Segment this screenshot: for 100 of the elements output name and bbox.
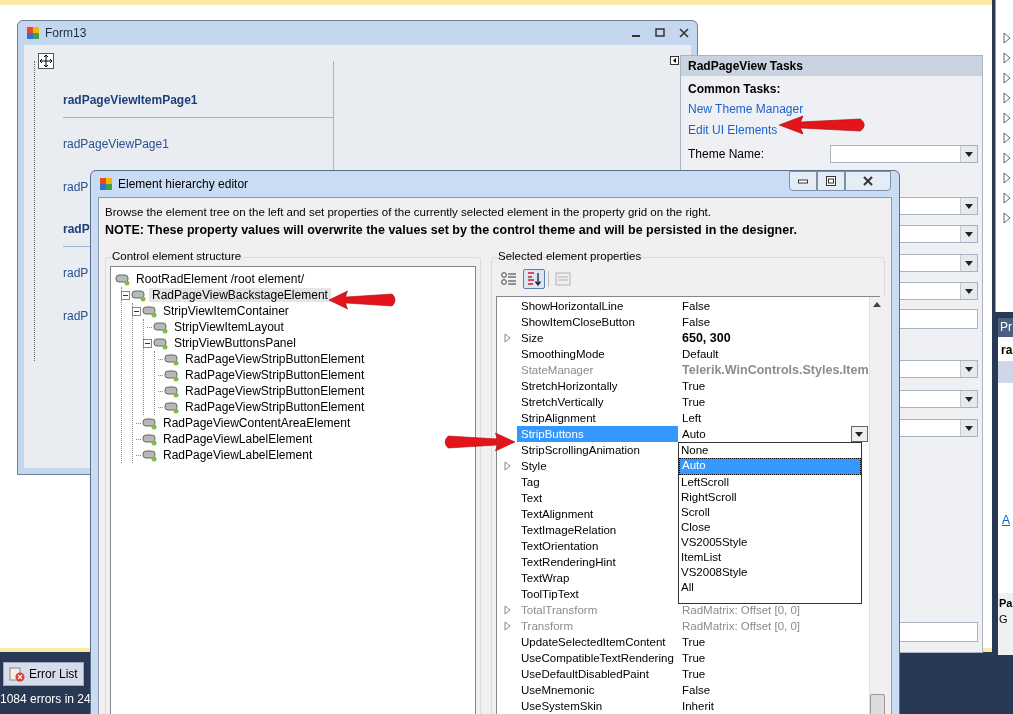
tree-item[interactable]: StripViewButtonsPanel — [171, 336, 299, 350]
property-name[interactable]: UseDefaultDisabledPaint — [517, 666, 678, 682]
dropdown-option[interactable]: RightScroll — [679, 490, 861, 505]
panel-title: Pr — [998, 318, 1013, 337]
scrollbar[interactable] — [868, 297, 885, 714]
expander-icon[interactable] — [1003, 32, 1011, 44]
note-text: NOTE: These property values will overwrite the values set by the control theme and will be persisted in the designer. — [105, 222, 798, 239]
expander-icon[interactable] — [1003, 132, 1011, 144]
tree-item[interactable]: StripViewItemLayout — [171, 320, 287, 334]
status-text: 1084 errors in 24 — [0, 692, 91, 706]
expand-icon[interactable] — [503, 461, 511, 471]
dropdown-option[interactable]: VS2005Style — [679, 535, 861, 550]
maximize-icon[interactable] — [655, 28, 665, 38]
property-name[interactable]: StripAlignment — [517, 410, 678, 426]
property-name[interactable]: TextAlignment — [517, 506, 678, 522]
property-value: Left — [682, 412, 702, 424]
property-name[interactable]: StretchHorizontally — [517, 378, 678, 394]
caret-icon — [965, 260, 973, 266]
tree-item[interactable]: RootRadElement /root element/ — [133, 272, 308, 286]
caret-icon — [965, 425, 973, 431]
property-name[interactable]: ShowHorizontalLine — [517, 298, 678, 314]
expander-icon[interactable] — [1003, 212, 1011, 224]
expander-icon[interactable] — [1003, 92, 1011, 104]
page-item[interactable]: radPageViewPage1 — [63, 136, 333, 151]
dropdown-field[interactable] — [830, 145, 978, 163]
field-label: Theme Name: — [688, 147, 766, 161]
property-name[interactable]: UseCompatibleTextRendering — [517, 650, 678, 666]
property-name[interactable]: Size — [517, 330, 678, 346]
dropdown-option[interactable]: None — [679, 443, 861, 458]
caret-icon — [855, 431, 863, 437]
property-value: True — [682, 380, 706, 392]
dropdown-button[interactable] — [850, 426, 868, 442]
form-icon — [26, 26, 40, 40]
element-icon — [142, 448, 158, 462]
tree-item[interactable]: RadPageViewStripButtonElement — [182, 352, 368, 366]
property-name[interactable]: SmoothingMode — [517, 346, 678, 362]
property-value: True — [682, 652, 706, 664]
collapse-icon[interactable] — [670, 56, 679, 65]
expander-icon[interactable] — [1003, 52, 1011, 64]
property-name[interactable]: StretchVertically — [517, 394, 678, 410]
caret-icon — [965, 396, 973, 402]
property-value: Inherit — [682, 700, 714, 712]
property-name[interactable]: Text — [517, 490, 678, 506]
property-value: 650, 300 — [682, 331, 731, 345]
close-icon[interactable] — [679, 28, 689, 38]
collapse-icon[interactable] — [121, 290, 130, 300]
tree-item[interactable]: RadPageViewBackstageElement — [149, 288, 331, 302]
dropdown-option[interactable]: ItemList — [679, 550, 861, 565]
caret-icon — [965, 151, 973, 157]
expander-icon[interactable] — [1003, 72, 1011, 84]
collapse-icon[interactable] — [143, 338, 152, 348]
section-title: Common Tasks: — [687, 81, 782, 98]
scroll-up-icon[interactable] — [873, 302, 881, 307]
element-icon — [142, 304, 158, 318]
property-name[interactable]: TextImageRelation — [517, 522, 678, 538]
dropdown-option[interactable]: Close — [679, 520, 861, 535]
expand-icon[interactable] — [503, 333, 511, 343]
property-name[interactable]: StripScrollingAnimation — [517, 442, 678, 458]
property-name[interactable]: Style — [517, 458, 678, 474]
move-icon[interactable] — [38, 53, 54, 69]
task-link[interactable]: Edit UI Elements — [681, 120, 982, 141]
property-value: False — [682, 300, 711, 312]
property-name[interactable]: UseSystemSkin — [517, 698, 678, 714]
dropdown-option[interactable]: All — [679, 580, 861, 595]
expander-icon[interactable] — [1003, 152, 1011, 164]
collapse-icon[interactable] — [132, 306, 141, 316]
page-header[interactable]: radPageViewItemPage1 — [63, 93, 333, 118]
property-name[interactable]: UpdateSelectedItemContent — [517, 634, 678, 650]
group-title: Control element structure — [111, 250, 243, 264]
close-button[interactable] — [845, 171, 891, 191]
dropdown-option[interactable]: LeftScroll — [679, 475, 861, 490]
property-name[interactable]: Tag — [517, 474, 678, 490]
tree-item[interactable]: RadPageViewStripButtonElement — [182, 384, 368, 398]
form-icon — [99, 177, 113, 191]
property-name[interactable]: ShowItemCloseButton — [517, 314, 678, 330]
command-link[interactable]: A — [998, 513, 1013, 527]
dropdown-option[interactable]: Scroll — [679, 505, 861, 520]
maximize-button[interactable] — [817, 171, 845, 191]
property-name[interactable]: TextRenderingHint — [517, 554, 678, 570]
tree-item[interactable]: RadPageViewLabelElement — [160, 432, 316, 446]
restore-icon — [826, 176, 836, 186]
dropdown-option[interactable]: VS2008Style — [679, 565, 861, 580]
expander-icon[interactable] — [1003, 172, 1011, 184]
toolbar-button[interactable] — [523, 269, 545, 289]
tree-item[interactable]: RadPageViewStripButtonElement — [182, 368, 368, 382]
property-name[interactable]: ToolTipText — [517, 586, 678, 602]
tree-item[interactable]: RadPageViewContentAreaElement — [160, 416, 354, 430]
property-name[interactable]: TextOrientation — [517, 538, 678, 554]
expander-icon[interactable] — [1003, 112, 1011, 124]
group-title: Selected element properties — [497, 250, 643, 264]
property-name[interactable]: TextWrap — [517, 570, 678, 586]
expander-icon[interactable] — [1003, 192, 1011, 204]
task-link[interactable]: New Theme Manager — [681, 99, 982, 120]
property-value: True — [682, 396, 706, 408]
property-name[interactable]: UseMnemonic — [517, 682, 678, 698]
error-list-tab[interactable]: Error List — [3, 662, 84, 686]
tree-item[interactable]: StripViewItemContainer — [160, 304, 292, 318]
tree-item[interactable]: RadPageViewLabelElement — [160, 448, 316, 462]
caret-icon — [965, 231, 973, 237]
tree-item[interactable]: RadPageViewStripButtonElement — [182, 400, 368, 414]
